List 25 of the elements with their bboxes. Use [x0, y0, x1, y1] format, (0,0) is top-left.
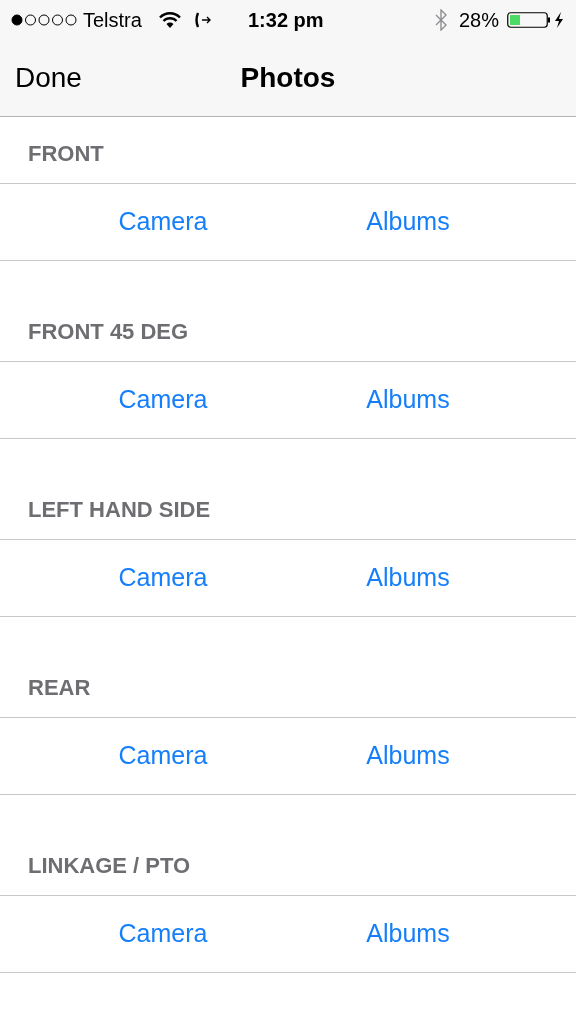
- section-header: FRONT 45 DEG: [28, 318, 189, 346]
- call-forward-icon: [193, 11, 212, 29]
- albums-button[interactable]: Albums: [366, 915, 450, 953]
- done-button[interactable]: Done: [15, 57, 82, 99]
- section-header: REAR: [28, 674, 91, 702]
- camera-button[interactable]: Camera: [118, 203, 208, 241]
- camera-button[interactable]: Camera: [118, 381, 208, 419]
- section-header: LINKAGE / PTO: [28, 852, 191, 880]
- signal-icon: [11, 14, 77, 26]
- section-header: FRONT: [28, 140, 104, 168]
- albums-button[interactable]: Albums: [366, 737, 450, 775]
- navigation-title: Photos: [240, 61, 336, 95]
- albums-button[interactable]: Albums: [366, 203, 450, 241]
- wifi-icon: [157, 11, 182, 29]
- albums-button[interactable]: Albums: [366, 381, 450, 419]
- battery-charging-icon: [507, 11, 565, 29]
- camera-button[interactable]: Camera: [118, 559, 208, 597]
- section-header: LEFT HAND SIDE: [28, 496, 211, 524]
- camera-button[interactable]: Camera: [118, 737, 208, 775]
- carrier-name: Telstra: [83, 8, 142, 33]
- status-time: 1:32 pm: [248, 8, 324, 33]
- albums-button[interactable]: Albums: [366, 559, 450, 597]
- battery-percent: 28%: [458, 8, 499, 33]
- bluetooth-icon: [434, 9, 447, 31]
- camera-button[interactable]: Camera: [118, 915, 208, 953]
